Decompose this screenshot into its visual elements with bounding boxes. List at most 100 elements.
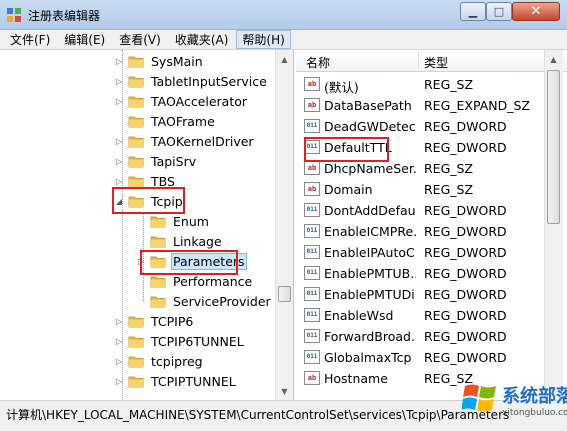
string-value-icon: ab bbox=[304, 77, 320, 91]
binary-value-icon: 011 bbox=[304, 308, 320, 322]
folder-icon bbox=[150, 274, 166, 288]
tree-item-label: ServiceProvider bbox=[173, 293, 271, 309]
watermark-title: 系统部落 bbox=[502, 386, 567, 407]
tree-item-taoframe[interactable]: TAOFrame bbox=[114, 111, 217, 131]
tree-scrollbar[interactable]: ▲ ▼ bbox=[275, 50, 293, 400]
key-tree[interactable]: ▷ SysMain ▷ TabletInputService ▷ TAOAccelerat… bbox=[2, 50, 294, 400]
expand-arrow-icon[interactable]: ▷ bbox=[114, 356, 124, 366]
tree-item-label: TabletInputService bbox=[151, 73, 267, 89]
list-item[interactable]: 011 EnableIPAutoC... REG_DWORD bbox=[296, 242, 542, 263]
value-type: REG_DWORD bbox=[424, 350, 507, 365]
expand-arrow-icon bbox=[136, 296, 146, 306]
expand-arrow-icon bbox=[114, 116, 124, 126]
list-item[interactable]: 011 DontAddDefau... REG_DWORD bbox=[296, 200, 542, 221]
menu-favorites[interactable]: 收藏夹(A) bbox=[169, 30, 235, 49]
value-type: REG_DWORD bbox=[424, 329, 507, 344]
minimize-button[interactable]: ▁ bbox=[460, 2, 486, 21]
expand-arrow-icon[interactable]: ▷ bbox=[114, 176, 124, 186]
menu-edit[interactable]: 编辑(E) bbox=[58, 30, 111, 49]
folder-icon bbox=[128, 74, 144, 88]
tree-item-label: TapiSrv bbox=[151, 153, 197, 169]
column-header-type[interactable]: 类型 bbox=[424, 54, 448, 71]
expand-arrow-icon[interactable]: ▷ bbox=[114, 56, 124, 66]
tree-item-linkage[interactable]: Linkage bbox=[136, 231, 224, 251]
value-type: REG_SZ bbox=[424, 77, 474, 92]
tree-item-taoaccelerator[interactable]: ▷ TAOAccelerator bbox=[114, 91, 249, 111]
string-value-icon: ab bbox=[304, 371, 320, 385]
tree-item-label: TCPIP6TUNNEL bbox=[151, 333, 244, 349]
tree-item-label: TAOFrame bbox=[151, 113, 215, 129]
maximize-button[interactable]: □ bbox=[486, 2, 512, 21]
list-item[interactable]: 011 GlobalmaxTcp ... REG_DWORD bbox=[296, 347, 542, 368]
menu-view[interactable]: 查看(V) bbox=[113, 30, 167, 49]
close-icon: ✕ bbox=[530, 4, 542, 19]
list-scrollbar[interactable]: ▲ bbox=[544, 50, 563, 400]
tree-item-label: TAOAccelerator bbox=[151, 93, 248, 109]
value-type: REG_SZ bbox=[424, 161, 474, 176]
value-name: EnablePMTUB... bbox=[324, 266, 416, 281]
value-list[interactable]: 名称 类型 ab (默认) REG_SZ ab DataBasePath REG_EXPA… bbox=[296, 50, 567, 400]
value-type: REG_DWORD bbox=[424, 245, 507, 260]
tree-item-tabletinputservice[interactable]: ▷ TabletInputService bbox=[114, 71, 269, 91]
list-scrollbar-thumb[interactable] bbox=[547, 70, 560, 224]
tree-item-label: TCPIPTUNNEL bbox=[151, 373, 236, 389]
scroll-down-arrow-icon[interactable]: ▼ bbox=[277, 383, 292, 399]
expand-arrow-icon[interactable]: ▷ bbox=[114, 336, 124, 346]
tree-item-tcpipreg[interactable]: ▷ tcpipreg bbox=[114, 351, 205, 371]
expand-arrow-icon[interactable]: ▷ bbox=[114, 76, 124, 86]
folder-icon bbox=[128, 54, 144, 68]
tree-item-tapisrv[interactable]: ▷ TapiSrv bbox=[114, 151, 198, 171]
folder-icon bbox=[128, 334, 144, 348]
folder-icon bbox=[150, 214, 166, 228]
window-title: 注册表编辑器 bbox=[28, 9, 101, 23]
binary-value-icon: 011 bbox=[304, 119, 320, 133]
binary-value-icon: 011 bbox=[304, 350, 320, 364]
tree-item-serviceprovider[interactable]: ServiceProvider bbox=[136, 291, 273, 311]
folder-icon bbox=[128, 354, 144, 368]
list-item[interactable]: 011 ForwardBroad... REG_DWORD bbox=[296, 326, 542, 347]
list-scroll-up-arrow-icon[interactable]: ▲ bbox=[546, 51, 561, 67]
minimize-icon: ▁ bbox=[468, 5, 478, 18]
value-type: REG_DWORD bbox=[424, 266, 507, 281]
value-name: DontAddDefau... bbox=[324, 203, 416, 218]
list-item[interactable]: 011 DeadGWDetec... REG_DWORD bbox=[296, 116, 542, 137]
column-header-name[interactable]: 名称 bbox=[306, 54, 330, 71]
tree-item-label: Linkage bbox=[173, 233, 222, 249]
folder-icon bbox=[150, 234, 166, 248]
expand-arrow-icon[interactable]: ▷ bbox=[114, 376, 124, 386]
list-item[interactable]: ab DataBasePath REG_EXPAND_SZ bbox=[296, 95, 542, 116]
list-item[interactable]: 011 EnableWsd REG_DWORD bbox=[296, 305, 542, 326]
list-header: 名称 类型 bbox=[296, 50, 567, 72]
string-value-icon: ab bbox=[304, 161, 320, 175]
tree-item-enum[interactable]: Enum bbox=[136, 211, 211, 231]
expand-arrow-icon bbox=[136, 276, 146, 286]
value-type: REG_DWORD bbox=[424, 119, 507, 134]
tree-scrollbar-thumb[interactable] bbox=[278, 286, 291, 302]
tree-item-tcpip6tunnel[interactable]: ▷ TCPIP6TUNNEL bbox=[114, 331, 246, 351]
expand-arrow-icon[interactable]: ▷ bbox=[114, 136, 124, 146]
expand-arrow-icon[interactable]: ▷ bbox=[114, 156, 124, 166]
expand-arrow-icon[interactable]: ▷ bbox=[114, 96, 124, 106]
tree-item-tcpip6[interactable]: ▷ TCPIP6 bbox=[114, 311, 195, 331]
binary-value-icon: 011 bbox=[304, 329, 320, 343]
list-item[interactable]: 011 EnableICMPRe... REG_DWORD bbox=[296, 221, 542, 242]
list-item[interactable]: ab Domain REG_SZ bbox=[296, 179, 542, 200]
list-item[interactable]: 011 EnablePMTUDi... REG_DWORD bbox=[296, 284, 542, 305]
value-type: REG_SZ bbox=[424, 182, 474, 197]
close-button[interactable]: ✕ bbox=[512, 2, 560, 21]
scroll-up-arrow-icon[interactable]: ▲ bbox=[277, 51, 292, 67]
value-name: EnableICMPRe... bbox=[324, 224, 416, 239]
value-name: DataBasePath bbox=[324, 98, 412, 113]
folder-icon bbox=[128, 154, 144, 168]
tree-item-sysmain[interactable]: ▷ SysMain bbox=[114, 51, 205, 71]
tree-item-tcpiptunnel[interactable]: ▷ TCPIPTUNNEL bbox=[114, 371, 238, 391]
menu-file[interactable]: 文件(F) bbox=[4, 30, 56, 49]
column-separator[interactable] bbox=[418, 52, 419, 70]
tree-item-taokerneldriver[interactable]: ▷ TAOKernelDriver bbox=[114, 131, 256, 151]
menu-help[interactable]: 帮助(H) bbox=[236, 30, 291, 49]
list-item[interactable]: ab (默认) REG_SZ bbox=[296, 74, 542, 95]
expand-arrow-icon[interactable]: ▷ bbox=[114, 316, 124, 326]
watermark-url: xitongbuluo.com bbox=[502, 408, 567, 418]
title-bar[interactable]: 注册表编辑器 ▁ □ ✕ bbox=[0, 0, 567, 30]
list-item[interactable]: 011 EnablePMTUB... REG_DWORD bbox=[296, 263, 542, 284]
